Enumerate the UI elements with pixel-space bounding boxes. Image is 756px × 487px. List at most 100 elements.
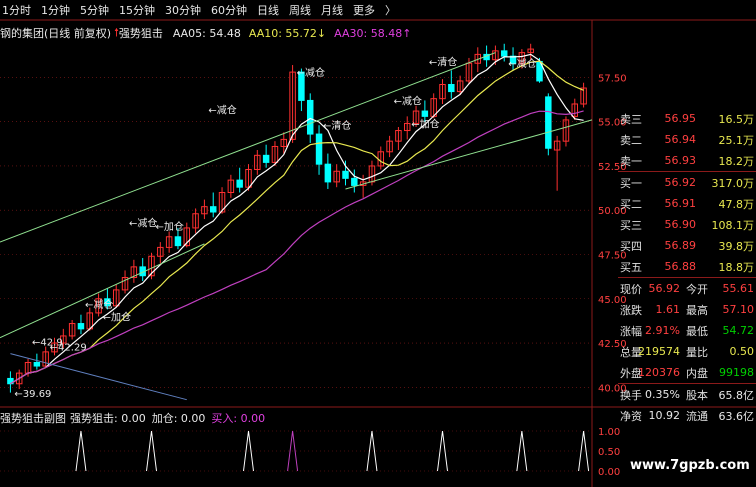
signal-spike: [516, 430, 528, 472]
bid-volume: 47.8万: [718, 197, 755, 211]
candle-body: [77, 323, 85, 330]
channel-lower-line: [0, 243, 205, 339]
ask-row: 卖一 56.93 18.2万: [618, 150, 756, 171]
bid-volume: 18.8万: [718, 260, 755, 274]
ask-price: 56.94: [664, 133, 697, 146]
chart-annotation: ←减仓: [208, 103, 236, 116]
price-tick-label: 57.50: [598, 73, 627, 84]
candle-body: [306, 99, 314, 135]
bid-volume: 108.1万: [711, 218, 755, 232]
stat-label: 换手: [620, 388, 642, 402]
candle-body: [545, 96, 552, 149]
ask-price: 56.93: [664, 154, 697, 167]
bid-price: 56.88: [664, 260, 697, 273]
stat-label-2: 股本: [686, 388, 708, 402]
sub-tick-label: 0.50: [598, 447, 620, 458]
bid-label: 买二: [620, 197, 642, 211]
stat-value: 219574: [638, 345, 680, 358]
stat-label-2: 最高: [686, 303, 708, 317]
stat-value-2: 54.72: [722, 324, 755, 337]
stat-label-2: 内盘: [686, 366, 708, 380]
ask-row: 卖三 56.95 16.5万: [618, 108, 756, 129]
bid-price: 56.92: [664, 176, 697, 189]
stat-value: 56.92: [648, 282, 681, 295]
candle-body: [351, 177, 358, 186]
stat-row: 现价 56.92 今开 55.61: [618, 278, 756, 299]
chart-annotation: ←减仓: [394, 94, 422, 107]
stat-row: 外盘 120376 内盘 99198: [618, 362, 756, 383]
ask-volume: 25.1万: [718, 133, 755, 147]
stat-value: 120376: [638, 366, 680, 379]
candle-body: [448, 83, 455, 93]
chart-annotation: ←减仓: [508, 57, 536, 70]
bid-volume: 317.0万: [711, 176, 755, 190]
chart-annotation: ←减仓: [129, 217, 157, 230]
bid-price: 56.91: [664, 197, 697, 210]
chart-annotation: ←加仓: [411, 117, 439, 130]
stat-label: 现价: [620, 282, 642, 296]
stat-value: 0.35%: [645, 388, 680, 401]
candle-body: [174, 236, 182, 247]
ask-label: 卖二: [620, 133, 642, 147]
stat-label-2: 最低: [686, 324, 708, 338]
candle-body: [421, 110, 429, 117]
stat-value-2: 57.10: [722, 303, 755, 316]
stat-value-2: 65.8亿: [718, 388, 755, 402]
ask-volume: 18.2万: [718, 154, 755, 168]
stat-row: 净资 10.92 流通 63.6亿: [618, 405, 756, 426]
candle-body: [262, 154, 270, 163]
ma5-line: [10, 53, 584, 385]
chart-annotation: ←加仓: [103, 310, 131, 323]
chart-annotation: ←清仓: [323, 119, 351, 132]
chart-annotation: ←减仓: [297, 66, 325, 79]
ask-row: 卖二 56.94 25.1万: [618, 129, 756, 150]
stock-chart-window: 1分时 1分钟 5分钟 15分钟 30分钟 60分钟 日线 周线 月线 更多〉 钢的集团(日线 前…: [0, 0, 756, 487]
sub-tick-label: 0.00: [598, 467, 620, 478]
channel-upper-line: [0, 52, 496, 243]
stat-label: 涨跌: [620, 303, 642, 317]
bid-label: 买一: [620, 176, 642, 190]
bid-row: 买一 56.92 317.0万: [618, 172, 756, 193]
bid-row: 买五 56.88 18.8万: [618, 256, 756, 277]
stat-value-2: 99198: [719, 366, 754, 379]
stat-row: 换手 0.35% 股本 65.8亿: [618, 384, 756, 405]
chart-annotation: ←清仓: [429, 55, 457, 68]
stat-value: 10.92: [648, 409, 681, 422]
bid-row: 买四 56.89 39.8万: [618, 235, 756, 256]
channel-lower-line-2: [345, 119, 593, 190]
candle-body: [236, 179, 243, 188]
stat-row: 总量 219574 量比 0.50: [618, 341, 756, 362]
stat-label: 涨幅: [620, 324, 642, 338]
chart-annotation: ←42.9: [32, 337, 63, 348]
bid-row: 买三 56.90 108.1万: [618, 214, 756, 235]
ask-label: 卖三: [620, 112, 642, 126]
ask-price: 56.95: [664, 112, 697, 125]
candle-body: [209, 206, 217, 213]
ask-volume: 16.5万: [718, 112, 755, 126]
stat-row: 涨跌 1.61 最高 57.10: [618, 299, 756, 320]
stat-label-2: 流通: [686, 409, 708, 423]
chart-annotation: ←减仓: [85, 298, 113, 311]
bid-volume: 39.8万: [718, 239, 755, 253]
candle-body: [500, 50, 508, 57]
sub-tick-label: 1.00: [598, 427, 620, 438]
chart-annotation: ←39.69: [14, 389, 51, 400]
quote-panel: 卖三 56.95 16.5万 卖二 56.94 25.1万 卖一 56.93 18.2万 买一 56…: [618, 108, 756, 426]
bid-label: 买五: [620, 260, 642, 274]
candle-body: [342, 170, 349, 179]
watermark: www.7gpzb.com: [630, 458, 750, 473]
bid-label: 买四: [620, 239, 642, 253]
candle-body: [324, 163, 332, 183]
stat-value-2: 0.50: [729, 345, 755, 358]
stat-value-2: 55.61: [722, 282, 755, 295]
signal-spike: [437, 430, 448, 472]
bid-price: 56.89: [664, 239, 697, 252]
bid-price: 56.90: [664, 218, 697, 231]
stat-label-2: 量比: [686, 345, 708, 359]
stat-label-2: 今开: [686, 282, 708, 296]
candle-body: [315, 133, 323, 165]
bid-label: 买三: [620, 218, 642, 232]
bid-row: 买二 56.91 47.8万: [618, 193, 756, 214]
chart-annotation: ←加仓: [156, 220, 184, 233]
stat-value: 2.91%: [645, 324, 680, 337]
